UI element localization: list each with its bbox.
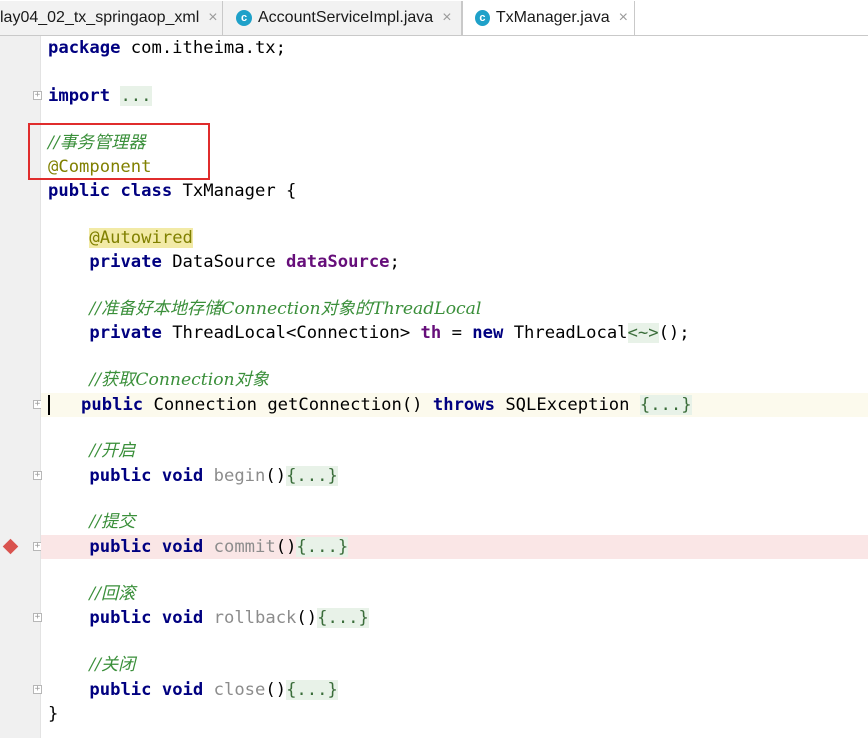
code-line-comment[interactable]: //提交 xyxy=(48,510,135,534)
import-fold[interactable]: ... xyxy=(120,86,152,106)
punctuation: ; xyxy=(389,252,400,272)
keyword: package xyxy=(48,38,121,58)
method-signature: Connection getConnection() xyxy=(143,395,433,415)
punctuation: (); xyxy=(658,323,690,343)
package-name: com.itheima.tx; xyxy=(120,38,287,58)
keyword: new xyxy=(472,323,504,343)
keyword: void xyxy=(161,537,204,557)
java-class-icon: c xyxy=(236,10,252,26)
code-line-datasource[interactable]: private DataSource dataSource; xyxy=(48,250,400,274)
keyword: public xyxy=(48,181,111,201)
diamond-fold[interactable]: <~> xyxy=(627,323,659,343)
punctuation: () xyxy=(265,680,287,700)
method-name: rollback xyxy=(213,608,297,628)
code-line-rollback[interactable]: public void rollback(){...} xyxy=(48,606,369,630)
close-icon[interactable]: × xyxy=(442,9,451,27)
code-line-comment[interactable]: //开启 xyxy=(48,439,135,463)
code-line-import[interactable]: import ... xyxy=(48,84,152,108)
punctuation: () xyxy=(296,608,318,628)
comment: //关闭 xyxy=(89,655,136,675)
punctuation: () xyxy=(275,537,297,557)
method-name: close xyxy=(213,680,266,700)
comment: //回滚 xyxy=(89,584,136,604)
code-line-get-connection[interactable]: public Connection getConnection() throws… xyxy=(48,393,692,417)
keyword: void xyxy=(161,608,204,628)
tab-label: lay04_02_tx_springaop_xml xyxy=(0,9,200,26)
comment: //准备好本地存储Connection对象的ThreadLocal xyxy=(89,299,482,319)
tab-label: TxManager.java xyxy=(495,9,610,26)
tab-label: AccountServiceImpl.java xyxy=(258,9,434,26)
close-icon[interactable]: × xyxy=(619,9,628,27)
method-body-fold[interactable]: {...} xyxy=(286,466,338,486)
keyword: private xyxy=(89,323,162,343)
class-name: TxManager { xyxy=(172,181,297,201)
code-line-commit[interactable]: public void commit(){...} xyxy=(48,535,349,559)
keyword: void xyxy=(161,680,204,700)
code-line-threadlocal[interactable]: private ThreadLocal<Connection> th = new… xyxy=(48,321,690,345)
fold-expand-icon[interactable]: + xyxy=(33,471,42,480)
highlight-box xyxy=(28,123,210,180)
method-name: commit xyxy=(213,537,276,557)
type-name: SQLException xyxy=(494,395,640,415)
java-class-icon: c xyxy=(475,10,490,26)
tab-txmanager[interactable]: c TxManager.java × xyxy=(462,1,635,35)
keyword: import xyxy=(48,86,111,106)
code-line-comment[interactable]: //准备好本地存储Connection对象的ThreadLocal xyxy=(48,297,481,321)
code-line-autowired[interactable]: @Autowired xyxy=(48,226,193,250)
punctuation: } xyxy=(48,704,59,724)
fold-expand-icon[interactable]: + xyxy=(33,91,42,100)
close-icon[interactable]: × xyxy=(208,9,217,27)
type-name: ThreadLocal xyxy=(503,323,628,343)
text-caret xyxy=(48,395,50,415)
tab-account-service-impl[interactable]: c AccountServiceImpl.java × xyxy=(223,1,462,35)
method-name: begin xyxy=(213,466,266,486)
keyword: private xyxy=(89,252,162,272)
code-line-close[interactable]: public void close(){...} xyxy=(48,678,338,702)
editor-tab-bar: lay04_02_tx_springaop_xml × c AccountSer… xyxy=(0,0,868,36)
comment: //开启 xyxy=(89,441,136,461)
fold-expand-icon[interactable]: + xyxy=(33,685,42,694)
keyword: public xyxy=(89,466,152,486)
keyword: public xyxy=(89,680,152,700)
keyword: void xyxy=(161,466,204,486)
operator: = xyxy=(441,323,473,343)
keyword: public xyxy=(89,608,152,628)
code-line-class-decl[interactable]: public class TxManager { xyxy=(48,179,296,203)
method-body-fold[interactable]: {...} xyxy=(296,537,349,557)
comment: //获取Connection对象 xyxy=(89,370,269,390)
type-name: ThreadLocal<Connection> xyxy=(161,323,421,343)
type-name: DataSource xyxy=(161,252,287,272)
keyword: public xyxy=(81,395,144,415)
code-line-comment[interactable]: //关闭 xyxy=(48,653,135,677)
keyword: public xyxy=(89,537,152,557)
field-name: th xyxy=(420,323,442,343)
punctuation: () xyxy=(265,466,287,486)
comment: //提交 xyxy=(89,512,136,532)
field-name: dataSource xyxy=(286,252,390,272)
code-line-comment[interactable]: //回滚 xyxy=(48,582,135,606)
code-line-package[interactable]: package com.itheima.tx; xyxy=(48,36,286,60)
tab-springaop-xml[interactable]: lay04_02_tx_springaop_xml × xyxy=(0,1,223,35)
keyword: throws xyxy=(432,395,495,415)
method-body-fold[interactable]: {...} xyxy=(639,395,692,415)
annotation: @Autowired xyxy=(89,228,193,248)
code-line-closing-brace[interactable]: } xyxy=(48,702,58,726)
code-line-comment[interactable]: //获取Connection对象 xyxy=(48,368,269,392)
method-body-fold[interactable]: {...} xyxy=(286,680,338,700)
method-body-fold[interactable]: {...} xyxy=(317,608,369,628)
fold-expand-icon[interactable]: + xyxy=(33,613,42,622)
code-line-begin[interactable]: public void begin(){...} xyxy=(48,464,338,488)
keyword: class xyxy=(120,181,173,201)
